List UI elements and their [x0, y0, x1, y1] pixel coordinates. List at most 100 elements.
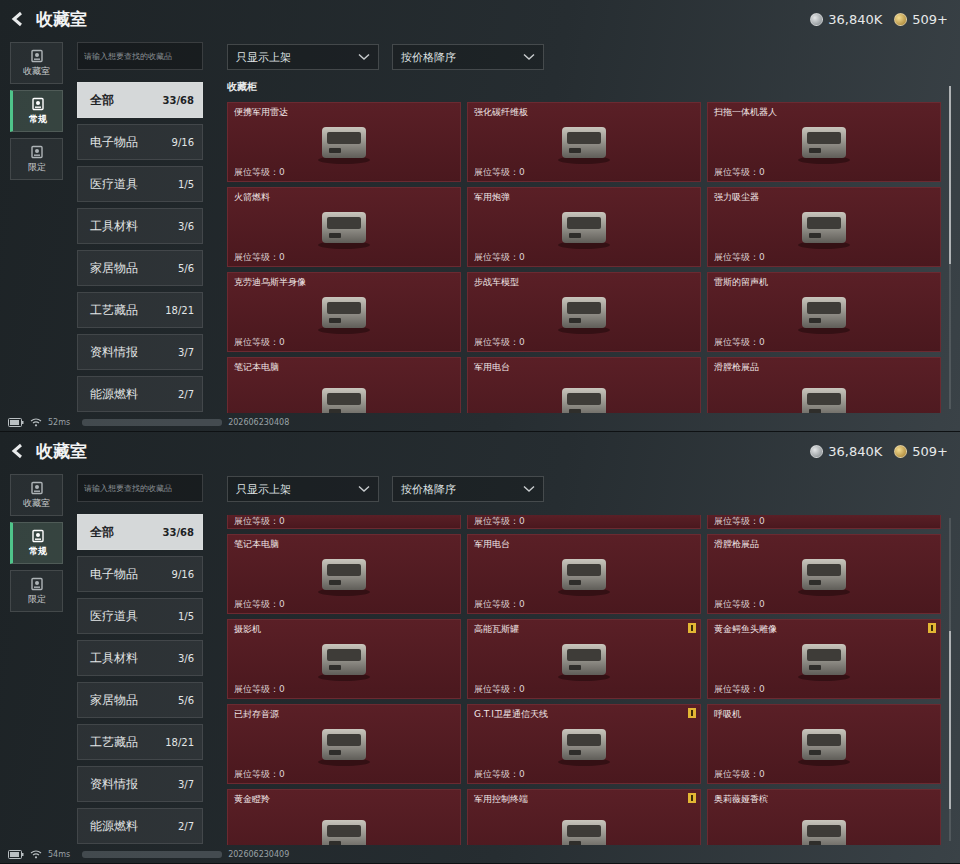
mode-tab[interactable]: 常规	[10, 90, 63, 132]
category-item[interactable]: 工艺藏品18/21	[77, 292, 203, 328]
card-grid: 展位等级：0 展位等级：0 展位等级：0 笔记本电脑展位等级：0军用电台展位等级：0滑…	[227, 515, 945, 845]
back-arrow-icon[interactable]	[10, 11, 26, 27]
category-item[interactable]: 工艺藏品18/21	[77, 724, 203, 760]
card-level: 展位等级：0	[474, 598, 694, 610]
collection-card[interactable]: 强力吸尘器展位等级：0	[707, 187, 941, 267]
category-item[interactable]: 资料情报3/7	[77, 766, 203, 802]
collection-card[interactable]: 火箭燃料展位等级：0	[227, 187, 461, 267]
collection-card[interactable]: 雷斯的留声机展位等级：0	[707, 272, 941, 352]
category-label: 资料情报	[90, 344, 138, 361]
scrollbar[interactable]	[949, 518, 951, 841]
card-name: 黄金鳄鱼头雕像	[714, 623, 934, 635]
item-icon	[547, 812, 621, 845]
category-item[interactable]: 家居物品5/6	[77, 682, 203, 718]
collection-card[interactable]: 便携军用雷达展位等级：0	[227, 102, 461, 182]
battery-icon	[8, 850, 24, 859]
notice-badge-icon	[688, 623, 696, 633]
card-name: 克劳迪乌斯半身像	[234, 276, 454, 288]
collection-card[interactable]: 笔记本电脑	[227, 357, 461, 413]
collection-card[interactable]: 扫拖一体机器人展位等级：0	[707, 102, 941, 182]
mode-tab[interactable]: 限定	[10, 138, 63, 180]
collection-card[interactable]: 黄金鳄鱼头雕像展位等级：0	[707, 619, 941, 699]
coin-icon	[894, 445, 907, 458]
category-count: 18/21	[165, 305, 194, 316]
category-item[interactable]: 全部 33/68	[77, 82, 203, 118]
category-item[interactable]: 能源燃料2/7	[77, 808, 203, 844]
item-icon	[547, 289, 621, 335]
coin-icon	[810, 13, 823, 26]
category-item[interactable]: 能源燃料2/7	[77, 376, 203, 412]
collection-card[interactable]: 笔记本电脑展位等级：0	[227, 534, 461, 614]
category-label: 电子物品	[90, 566, 138, 583]
category-item[interactable]: 工具材料3/6	[77, 640, 203, 676]
filter-dropdown[interactable]: 按价格降序	[392, 476, 544, 502]
collection-card[interactable]: 展位等级：0	[227, 515, 461, 529]
filter-dropdown[interactable]: 只显示上架	[227, 476, 379, 502]
mode-tab[interactable]: 收藏室	[10, 42, 63, 84]
collection-card[interactable]: 黄金瞪羚	[227, 789, 461, 845]
session-id: 202606230409	[228, 850, 289, 859]
currency: 509+	[894, 444, 948, 459]
back-arrow-icon[interactable]	[10, 443, 26, 459]
item-picture	[474, 550, 694, 598]
dropdown-label: 按价格降序	[401, 482, 456, 497]
blurred-id	[82, 851, 222, 858]
mode-tab[interactable]: 收藏室	[10, 474, 63, 516]
search-field[interactable]	[77, 474, 203, 502]
category-item[interactable]: 资料情报3/7	[77, 334, 203, 370]
card-name: 滑膛枪展品	[714, 361, 934, 373]
collection-card[interactable]: 强化碳纤维板展位等级：0	[467, 102, 701, 182]
category-label: 全部	[90, 92, 114, 109]
filter-dropdown[interactable]: 按价格降序	[392, 44, 544, 70]
frame-icon	[30, 49, 44, 63]
toolbar: 只显示上架 按价格降序	[227, 476, 945, 502]
collection-card[interactable]: G.T.I卫星通信天线展位等级：0	[467, 704, 701, 784]
category-item[interactable]: 医疗道具1/5	[77, 598, 203, 634]
collection-card[interactable]: 呼吸机展位等级：0	[707, 704, 941, 784]
mode-tab-label: 限定	[28, 161, 46, 174]
collection-card[interactable]: 已封存音源展位等级：0	[227, 704, 461, 784]
frame-icon	[31, 529, 45, 543]
collection-card[interactable]: 军用炮弹展位等级：0	[467, 187, 701, 267]
category-item[interactable]: 医疗道具1/5	[77, 166, 203, 202]
collection-card[interactable]: 克劳迪乌斯半身像展位等级：0	[227, 272, 461, 352]
collection-card[interactable]: 步战车模型展位等级：0	[467, 272, 701, 352]
category-item[interactable]: 电子物品9/16	[77, 556, 203, 592]
category-item[interactable]: 工具材料3/6	[77, 208, 203, 244]
collection-card[interactable]: 军用控制终端	[467, 789, 701, 845]
filter-dropdown[interactable]: 只显示上架	[227, 44, 379, 70]
category-count: 5/6	[178, 695, 194, 706]
item-icon	[307, 380, 381, 413]
collection-card[interactable]: 奥莉薇娅香槟	[707, 789, 941, 845]
collection-card[interactable]: 滑膛枪展品	[707, 357, 941, 413]
item-picture	[474, 118, 694, 166]
item-picture	[234, 288, 454, 336]
collection-card[interactable]: 高能瓦斯罐展位等级：0	[467, 619, 701, 699]
chevron-down-icon	[523, 485, 535, 493]
scroll-thumb[interactable]	[949, 86, 951, 264]
collection-card[interactable]: 展位等级：0	[467, 515, 701, 529]
collection-card[interactable]: 展位等级：0	[707, 515, 941, 529]
collection-card[interactable]: 摄影机展位等级：0	[227, 619, 461, 699]
collection-card[interactable]: 滑膛枪展品展位等级：0	[707, 534, 941, 614]
category-count: 33/68	[163, 95, 194, 106]
item-picture	[234, 118, 454, 166]
category-item[interactable]: 电子物品9/16	[77, 124, 203, 160]
scroll-thumb[interactable]	[949, 631, 951, 809]
scrollbar[interactable]	[949, 86, 951, 409]
collection-card[interactable]: 军用电台	[467, 357, 701, 413]
category-item[interactable]: 全部33/68	[77, 514, 203, 550]
item-icon	[787, 380, 861, 413]
card-viewport: 便携军用雷达展位等级：0强化碳纤维板展位等级：0扫拖一体机器人展位等级：0 火箭燃…	[227, 102, 945, 413]
category-label: 电子物品	[90, 134, 138, 151]
search-field[interactable]	[77, 42, 203, 70]
item-picture	[234, 720, 454, 768]
item-icon	[307, 119, 381, 165]
category-item[interactable]: 家居物品5/6	[77, 250, 203, 286]
collection-card[interactable]: 军用电台展位等级：0	[467, 534, 701, 614]
mode-nav: 收藏室常规限定	[10, 474, 63, 845]
mode-tab[interactable]: 常规	[10, 522, 63, 564]
mode-tab[interactable]: 限定	[10, 570, 63, 612]
mode-nav: 收藏室常规限定	[10, 42, 63, 413]
dropdown-label: 只显示上架	[236, 482, 291, 497]
